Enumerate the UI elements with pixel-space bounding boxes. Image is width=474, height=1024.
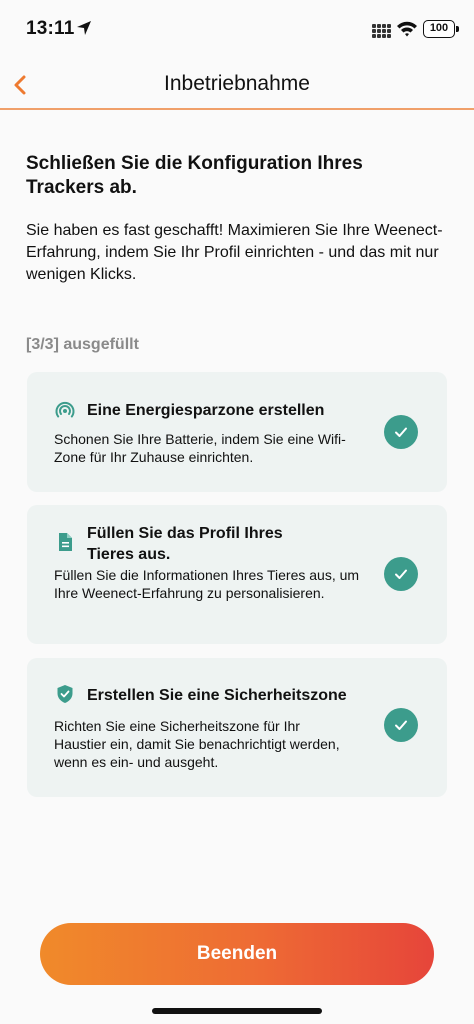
finish-button[interactable]: Beenden <box>40 923 434 985</box>
task-title: Eine Energiesparzone erstellen <box>87 402 325 419</box>
section-heading: Schließen Sie die Konfiguration Ihres Tr… <box>26 153 363 198</box>
task-title: Füllen Sie das Profil Ihres Tieres aus. <box>87 525 283 563</box>
completed-check-icon <box>384 557 418 591</box>
wifi-zone-icon <box>55 401 75 418</box>
battery-icon: 100 <box>423 20 459 38</box>
status-bar: 13:11 100 <box>0 0 474 60</box>
location-arrow-icon <box>77 21 91 35</box>
task-description: Richten Sie eine Sicherheitszone für Ihr… <box>54 718 340 770</box>
home-indicator[interactable] <box>152 1008 322 1014</box>
completed-check-icon <box>384 415 418 449</box>
wifi-icon <box>397 21 417 37</box>
task-title: Erstellen Sie eine Sicherheitszone <box>87 687 347 704</box>
document-icon <box>59 533 72 551</box>
status-time: 13:11 <box>26 18 75 39</box>
cellular-signal-icon <box>372 24 391 38</box>
task-description: Füllen Sie die Informationen Ihres Tiere… <box>54 567 360 601</box>
progress-label: [3/3] ausgefüllt <box>26 336 139 353</box>
shield-check-icon <box>57 685 73 703</box>
task-card-pet-profile[interactable]: Füllen Sie das Profil Ihres Tieres aus. … <box>27 505 447 644</box>
task-card-safety-zone[interactable]: Erstellen Sie eine Sicherheitszone Richt… <box>27 658 447 797</box>
task-card-energy-zone[interactable]: Eine Energiesparzone erstellen Schonen S… <box>27 372 447 492</box>
nav-bar: Inbetriebnahme <box>0 60 474 110</box>
page-title: Inbetriebnahme <box>164 72 310 95</box>
completed-check-icon <box>384 708 418 742</box>
task-description: Schonen Sie Ihre Batterie, indem Sie ein… <box>54 431 346 465</box>
intro-text: Sie haben es fast geschafft! Maximieren … <box>26 222 443 283</box>
